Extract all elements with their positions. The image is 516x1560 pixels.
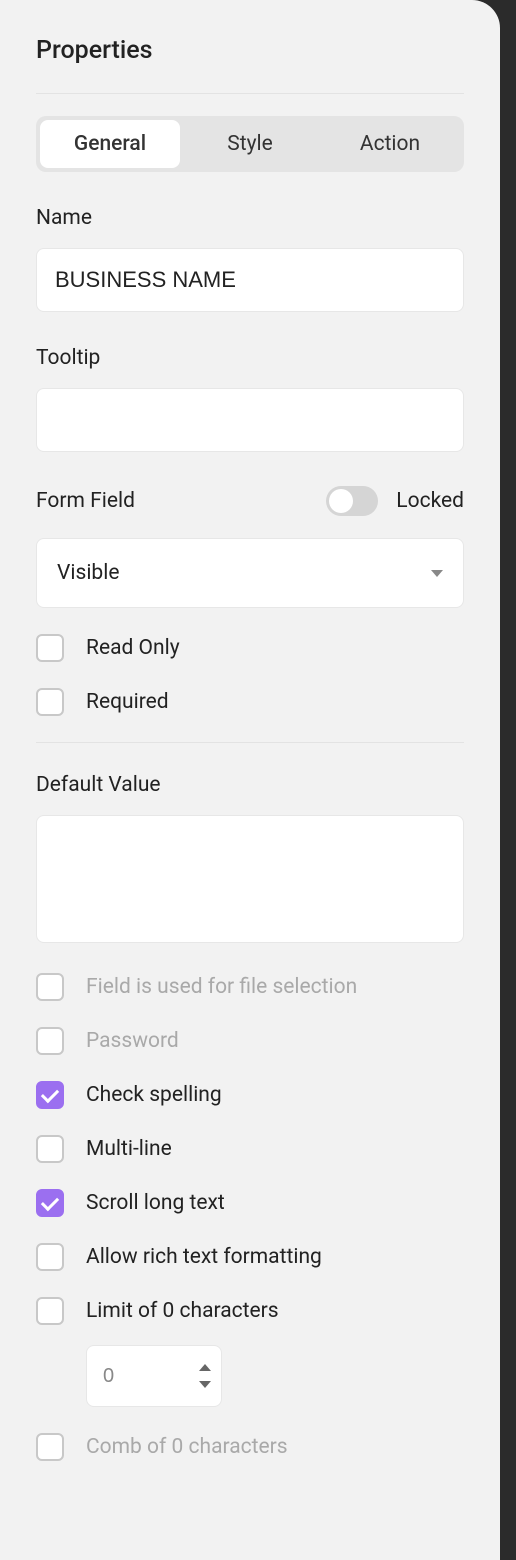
multiline-checkbox[interactable] (36, 1135, 64, 1163)
title-divider (36, 93, 464, 94)
stepper-up-icon[interactable] (199, 1364, 211, 1371)
limit-count-input[interactable] (87, 1365, 177, 1388)
tab-bar: General Style Action (36, 116, 464, 172)
name-label: Name (36, 206, 464, 230)
panel-title: Properties (36, 36, 464, 65)
required-label: Required (86, 690, 169, 714)
multiline-row: Multi-line (36, 1135, 464, 1163)
password-checkbox[interactable] (36, 1027, 64, 1055)
checkspelling-row: Check spelling (36, 1081, 464, 1109)
richtext-checkbox[interactable] (36, 1243, 64, 1271)
toggle-knob (329, 489, 353, 513)
richtext-row: Allow rich text formatting (36, 1243, 464, 1271)
locked-toggle[interactable] (326, 486, 378, 516)
fileselection-checkbox[interactable] (36, 973, 64, 1001)
comb-checkbox[interactable] (36, 1433, 64, 1461)
checkspelling-checkbox[interactable] (36, 1081, 64, 1109)
comb-row: Comb of 0 characters (36, 1433, 464, 1461)
scrolllong-checkbox[interactable] (36, 1189, 64, 1217)
stepper-arrows (199, 1346, 211, 1406)
limit-label: Limit of 0 characters (86, 1299, 279, 1323)
properties-panel: Properties General Style Action Name Too… (0, 0, 500, 1560)
formfield-label: Form Field (36, 489, 135, 513)
richtext-label: Allow rich text formatting (86, 1245, 322, 1269)
readonly-row: Read Only (36, 634, 464, 662)
tooltip-input[interactable] (36, 388, 464, 452)
password-row: Password (36, 1027, 464, 1055)
readonly-checkbox[interactable] (36, 634, 64, 662)
fileselection-row: Field is used for file selection (36, 973, 464, 1001)
scrolllong-label: Scroll long text (86, 1191, 225, 1215)
required-checkbox[interactable] (36, 688, 64, 716)
limit-row: Limit of 0 characters (36, 1297, 464, 1325)
locked-toggle-wrap: Locked (326, 486, 464, 516)
tooltip-label: Tooltip (36, 346, 464, 370)
limit-stepper (86, 1345, 222, 1407)
required-row: Required (36, 688, 464, 716)
defaultvalue-input[interactable] (36, 815, 464, 943)
locked-label: Locked (396, 489, 464, 513)
section-divider-1 (36, 742, 464, 743)
limit-checkbox[interactable] (36, 1297, 64, 1325)
comb-label: Comb of 0 characters (86, 1435, 288, 1459)
multiline-label: Multi-line (86, 1137, 172, 1161)
tab-action[interactable]: Action (320, 120, 460, 168)
defaultvalue-label: Default Value (36, 773, 464, 797)
stepper-down-icon[interactable] (199, 1381, 211, 1388)
tab-style[interactable]: Style (180, 120, 320, 168)
chevron-down-icon (431, 570, 443, 577)
visibility-value: Visible (57, 561, 119, 585)
password-label: Password (86, 1029, 179, 1053)
readonly-label: Read Only (86, 636, 180, 660)
fileselection-label: Field is used for file selection (86, 975, 357, 999)
checkspelling-label: Check spelling (86, 1083, 222, 1107)
visibility-select[interactable]: Visible (36, 538, 464, 608)
formfield-row: Form Field Locked (36, 486, 464, 516)
scrolllong-row: Scroll long text (36, 1189, 464, 1217)
name-input[interactable] (36, 248, 464, 312)
tab-general[interactable]: General (40, 120, 180, 168)
